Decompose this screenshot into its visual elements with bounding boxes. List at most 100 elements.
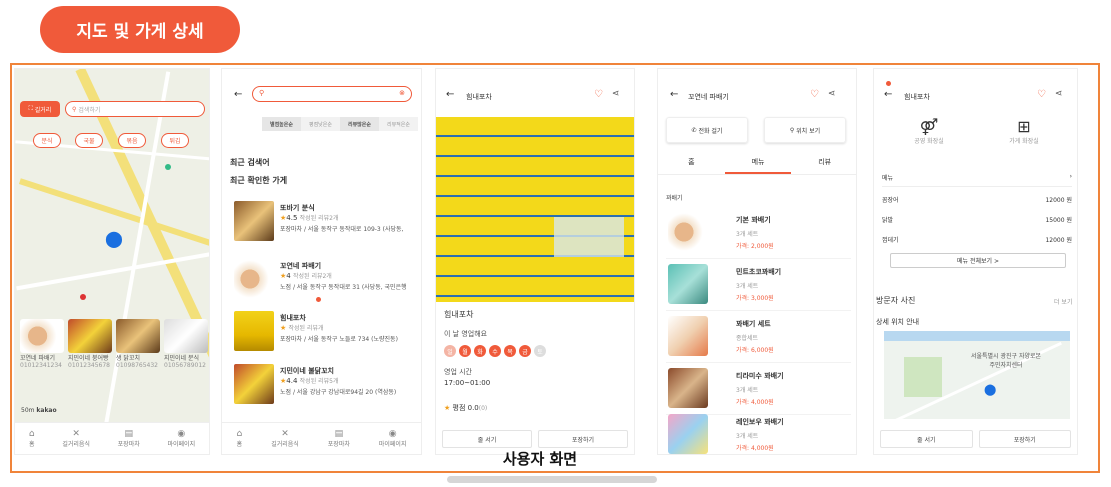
scan-button[interactable]: ⛶ 길거리: [20, 101, 60, 117]
store-address: 노점 / 서울 강남구 강남대로94길 20 (역삼동): [280, 389, 397, 396]
tab-mypage[interactable]: ◉ 마이페이지: [167, 429, 195, 448]
store-name: 또바기 분식: [280, 204, 315, 212]
menu-desc: 3개 세트: [736, 387, 759, 394]
store-card[interactable]: 지민이네 붕어빵 01012345678: [68, 319, 112, 377]
shop-icon: ▤: [124, 429, 133, 439]
store-card[interactable]: 꼬연네 파배기 01012341234: [20, 319, 64, 377]
call-button[interactable]: ✆ 전화 걸기: [666, 117, 748, 143]
call-label: 전화 걸기: [698, 127, 723, 135]
sort-option[interactable]: 리뷰많은순: [340, 117, 379, 131]
sort-option[interactable]: 평점낮은순: [301, 117, 340, 131]
menu-desc: 3개 세트: [736, 231, 759, 238]
store-thumbnail: [234, 201, 274, 241]
location-pin-icon[interactable]: ⬤: [105, 229, 123, 248]
store-card[interactable]: 지민이네 분식 01056789012: [164, 319, 208, 377]
list-item[interactable]: 또바기 분식 ★4.5 작성된 리뷰2개 포장마차 / 서울 동작구 동작대로 …: [230, 199, 418, 247]
back-arrow-icon[interactable]: ←: [670, 89, 678, 100]
chip-bunsik[interactable]: 분식: [33, 133, 61, 148]
tab-street-food[interactable]: ✕ 길거리음식: [271, 429, 299, 448]
store-card-image: [20, 319, 64, 353]
store-marker-icon[interactable]: [80, 294, 86, 300]
restroom-icon: ⚤: [919, 117, 939, 136]
sort-option[interactable]: 별점높은순: [262, 117, 301, 131]
store-name: 힘내포차: [280, 314, 306, 322]
tab-pocha[interactable]: ▤ 포장마차: [328, 429, 350, 448]
store-rating: 4: [286, 272, 291, 280]
more-link[interactable]: 더 보기: [1054, 297, 1072, 306]
heart-icon[interactable]: ♡: [594, 89, 603, 100]
store-carousel[interactable]: 꼬연네 파배기 01012341234 지민이네 붕어빵 01012345678 생…: [20, 319, 209, 377]
back-arrow-icon[interactable]: ←: [446, 89, 454, 100]
menu-name: 껍데기: [882, 237, 899, 244]
view-full-menu-button[interactable]: 메뉴 전체보기 >: [890, 253, 1066, 268]
tab-label: 포장마차: [327, 441, 350, 448]
menu-item[interactable]: 민트초코꽈배기 3개 세트 가격: 3,000원: [666, 261, 851, 311]
menu-header-label: 메뉴: [882, 175, 894, 182]
day-badge: 일: [444, 345, 456, 357]
list-item[interactable]: 꼬연네 파배기 ★4 작성된 리뷰2개 노점 / 서울 동작구 동작대로 31 …: [230, 257, 418, 305]
store-card[interactable]: 생 닭꼬치 01098765432: [116, 319, 160, 377]
queue-button[interactable]: 줄 서기: [442, 430, 532, 448]
share-icon[interactable]: ⋖: [1055, 89, 1063, 99]
tab-mypage[interactable]: ◉ 마이페이지: [379, 429, 407, 448]
tab-menu[interactable]: 메뉴: [724, 157, 792, 174]
menu-image: [668, 368, 708, 408]
hours-value: 17:00~01:00: [444, 379, 491, 387]
location-map[interactable]: 서울특별시 광진구 자양로본 주민자치센터 ⬤: [884, 331, 1070, 424]
menu-item[interactable]: 꽈배기 세트 종합세트 가격: 6,000원: [666, 313, 851, 363]
clear-icon[interactable]: ⊗: [399, 89, 405, 97]
review-count: 작성된 리뷰2개: [292, 273, 332, 280]
heart-icon[interactable]: ♡: [1037, 89, 1046, 100]
chip-bokkeum[interactable]: 볶음: [118, 133, 146, 148]
location-heading: 상세 위치 안내: [876, 318, 920, 326]
list-item[interactable]: 지민이네 불닭꼬치 ★4.4 작성된 리뷰5개 노점 / 서울 강남구 강남대로…: [230, 362, 418, 410]
caption: 사용자 화면: [502, 450, 578, 468]
menu-item[interactable]: 레인보우 꽈배기 3개 세트 가격: 4,000원: [666, 411, 851, 454]
tab-home[interactable]: 홈: [658, 157, 725, 174]
chip-twigim[interactable]: 튀김: [161, 133, 189, 148]
back-arrow-icon[interactable]: ←: [234, 89, 242, 100]
menu-item[interactable]: 티라미수 꽈배기 3개 세트 가격: 4,000원: [666, 365, 851, 415]
horizontal-scrollbar[interactable]: [447, 476, 657, 483]
heart-icon[interactable]: ♡: [810, 89, 819, 100]
tab-home[interactable]: ⌂ 홈: [29, 429, 35, 448]
menu-name: 닭발: [882, 217, 894, 224]
day-badge: 월: [459, 345, 471, 357]
chip-label: 볶음: [126, 138, 138, 145]
takeout-button[interactable]: 포장하기: [538, 430, 628, 448]
back-arrow-icon[interactable]: ←: [884, 89, 892, 100]
tab-street-food[interactable]: ✕ 길거리음식: [62, 429, 90, 448]
tab-home[interactable]: ⌂ 홈: [236, 429, 242, 448]
takeout-button[interactable]: 포장하기: [978, 430, 1071, 448]
action-buttons: 줄 서기 포장하기: [442, 430, 628, 448]
search-input[interactable]: ⚲ ⊗: [252, 86, 412, 102]
chip-label: 튀김: [169, 138, 181, 145]
store-rating: 4.5: [286, 214, 298, 222]
map-search-input[interactable]: ⚲ 검색하기: [65, 101, 205, 117]
store-card-image: [116, 319, 160, 353]
list-item[interactable]: 힘내포차 ★ 작성된 리뷰개 포장마차 / 서울 동작구 노들로 734 (노량…: [230, 309, 418, 357]
menu-image: [668, 316, 708, 356]
view-location-button[interactable]: ⚲ 위치 보기: [764, 117, 846, 143]
menu-desc: 3개 세트: [736, 283, 759, 290]
menu-name: 꼼장어: [882, 197, 899, 204]
menu-item[interactable]: 기본 꽈배기 3개 세트 가격: 2,000원: [666, 209, 851, 259]
tab-review[interactable]: 리뷰: [791, 157, 856, 174]
store-name: 지민이네 불닭꼬치: [280, 367, 334, 375]
queue-button[interactable]: 줄 서기: [880, 430, 973, 448]
review-count: 작성된 리뷰5개: [299, 378, 339, 385]
share-icon[interactable]: ⋖: [828, 89, 836, 99]
user-icon: ◉: [388, 429, 397, 439]
sort-option[interactable]: 리뷰적은순: [379, 117, 418, 131]
tab-pocha[interactable]: ▤ 포장마차: [118, 429, 140, 448]
menu-section-title: 꽈배기: [666, 195, 683, 202]
detail-header: ← 힘내포차 ♡ ⋖: [436, 69, 634, 117]
rating-label: 평점 0.0: [452, 404, 479, 412]
share-icon[interactable]: ⋖: [612, 89, 620, 99]
store-thumbnail: [234, 259, 274, 299]
menu-price-row: 껍데기 12000 원: [882, 235, 1072, 244]
facility-label: 공영 화장실: [914, 138, 944, 145]
store-address: 포장마차 / 서울 동작구 노들로 734 (노량진동): [280, 336, 398, 343]
menu-header[interactable]: 메뉴 ›: [882, 173, 1072, 187]
chip-gukmul[interactable]: 국물: [75, 133, 103, 148]
